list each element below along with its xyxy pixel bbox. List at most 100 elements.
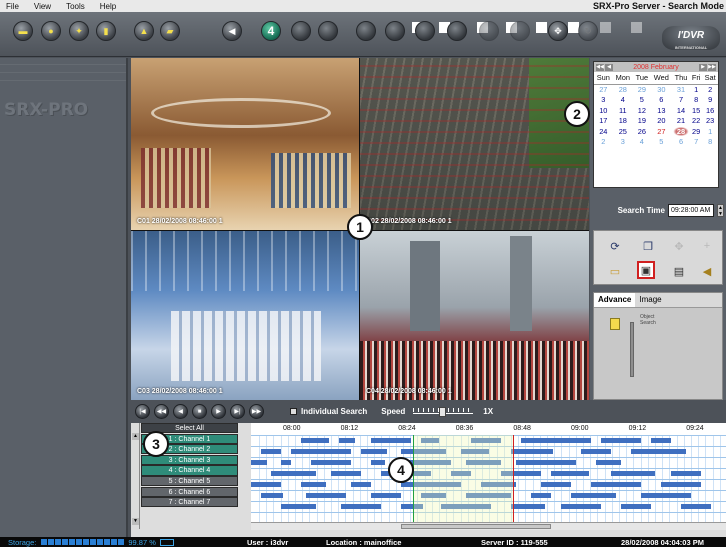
timeline-scrollbar[interactable] <box>251 522 726 530</box>
menu-tools[interactable]: Tools <box>60 2 94 11</box>
split-25-icon[interactable] <box>479 21 611 41</box>
calendar-day[interactable]: 1 <box>702 126 718 137</box>
split-10-icon[interactable] <box>356 21 488 41</box>
calendar-day[interactable]: 28 <box>672 126 691 137</box>
calendar-day[interactable]: 9 <box>702 95 718 106</box>
calendar-day[interactable]: 13 <box>651 105 672 116</box>
recording-segment[interactable] <box>261 449 281 454</box>
time-spinner[interactable]: ▲ ▼ <box>717 203 724 217</box>
object-search-slider[interactable] <box>630 322 634 377</box>
prev-year-icon[interactable]: ◀◀ <box>596 63 604 71</box>
recording-segment[interactable] <box>301 482 326 487</box>
menu-help[interactable]: Help <box>94 2 125 11</box>
calendar-day[interactable]: 2 <box>702 84 718 95</box>
calendar-day[interactable]: 5 <box>633 95 651 106</box>
next-month-icon[interactable]: ▶ <box>699 63 707 71</box>
recording-segment[interactable] <box>306 493 346 498</box>
recording-segment[interactable] <box>661 482 701 487</box>
recording-segment[interactable] <box>631 449 686 454</box>
search-time-input[interactable]: 09:28:00 AM <box>668 203 714 217</box>
calendar-day[interactable]: 25 <box>613 126 633 137</box>
recording-segment[interactable] <box>271 471 316 476</box>
tab-image[interactable]: Image <box>635 293 665 307</box>
calendar-day[interactable]: 12 <box>633 105 651 116</box>
channel-row[interactable]: 7 : Channel 7 <box>141 497 238 508</box>
play-icon[interactable]: ▶ <box>211 404 226 419</box>
folder-icon[interactable]: ▰ <box>160 21 180 41</box>
calendar-day[interactable]: 3 <box>594 95 613 106</box>
menu-view[interactable]: View <box>28 2 60 11</box>
book-icon[interactable]: ▤ <box>670 262 688 280</box>
zoom-icon[interactable]: ✥ <box>670 237 688 255</box>
recording-segment[interactable] <box>281 460 291 465</box>
calendar-day[interactable]: 15 <box>690 105 702 116</box>
skip-end-icon[interactable]: ▶▶ <box>249 404 264 419</box>
scroll-down-icon[interactable]: ▼ <box>132 518 139 525</box>
calendar-day[interactable]: 10 <box>594 105 613 116</box>
calendar-day[interactable]: 31 <box>672 84 690 95</box>
save-icon[interactable]: ▣ <box>637 261 655 279</box>
recording-segment[interactable] <box>516 460 576 465</box>
recording-segment[interactable] <box>571 493 616 498</box>
calendar-day[interactable]: 20 <box>651 116 672 127</box>
calendar-day[interactable]: 21 <box>672 116 690 127</box>
recording-segment[interactable] <box>596 460 621 465</box>
calendar-day[interactable]: 4 <box>633 137 651 148</box>
timeline-scroll-thumb[interactable] <box>401 524 551 529</box>
skip-start-icon[interactable]: |◀ <box>135 404 150 419</box>
recording-segment[interactable] <box>621 504 651 509</box>
tab-advance[interactable]: Advance <box>594 293 636 307</box>
pan-tilt-icon[interactable]: ✥ <box>548 21 568 41</box>
channel-row[interactable]: 4 : Channel 4 <box>141 465 238 476</box>
recording-segment[interactable] <box>301 438 329 443</box>
plus-icon[interactable]: + <box>698 237 716 255</box>
recording-segment[interactable] <box>511 449 553 454</box>
speaker-icon[interactable]: ◀ <box>222 21 242 41</box>
recording-segment[interactable] <box>681 504 711 509</box>
warning-icon[interactable]: ▲ <box>134 21 154 41</box>
lock-icon[interactable]: ▮ <box>96 21 116 41</box>
camera-view-4[interactable]: C04 28/02/2008 08:46:00 1 <box>360 231 589 400</box>
calendar-day[interactable]: 6 <box>651 95 672 106</box>
calendar-day[interactable]: 16 <box>702 105 718 116</box>
split-6-icon[interactable] <box>291 21 423 41</box>
channel-row[interactable]: 5 : Channel 5 <box>141 476 238 487</box>
recording-segment[interactable] <box>351 482 371 487</box>
recording-segment[interactable] <box>261 493 283 498</box>
calendar-day[interactable]: 22 <box>690 116 702 127</box>
calendar-day[interactable]: 5 <box>651 137 672 148</box>
calendar-day[interactable]: 24 <box>594 126 613 137</box>
channel-scrollbar[interactable]: ▲ ▼ <box>131 423 140 529</box>
print-icon[interactable]: ▭ <box>606 262 624 280</box>
calendar-day[interactable]: 29 <box>690 126 702 137</box>
search-icon[interactable]: ● <box>41 21 61 41</box>
recording-segment[interactable] <box>331 471 361 476</box>
recording-segment[interactable] <box>371 438 411 443</box>
individual-search-checkbox[interactable] <box>290 408 297 415</box>
camera-view-1[interactable]: C01 28/02/2008 08:46:00 1 <box>131 58 359 230</box>
recording-segment[interactable] <box>281 504 316 509</box>
recording-segment[interactable] <box>551 471 589 476</box>
fast-forward-icon[interactable]: ▶| <box>230 404 245 419</box>
recording-segment[interactable] <box>251 482 281 487</box>
recording-segment[interactable] <box>581 449 611 454</box>
calendar-day[interactable]: 14 <box>672 105 690 116</box>
recording-segment[interactable] <box>339 438 355 443</box>
calendar-day[interactable]: 6 <box>672 137 690 148</box>
split-4-button[interactable]: 4 <box>261 21 281 41</box>
calendar-day[interactable]: 1 <box>690 84 702 95</box>
audio-icon[interactable]: ◀ <box>698 262 716 280</box>
calendar-day[interactable]: 28 <box>613 84 633 95</box>
calendar-day[interactable]: 7 <box>690 137 702 148</box>
menu-file[interactable]: File <box>0 2 28 11</box>
sync-icon[interactable]: ⟳ <box>606 237 624 255</box>
recording-segment[interactable] <box>251 460 267 465</box>
calendar-day[interactable]: 2 <box>594 137 613 148</box>
calendar-day[interactable]: 19 <box>633 116 651 127</box>
recording-segment[interactable] <box>341 504 381 509</box>
calendar-day[interactable]: 27 <box>651 126 672 137</box>
recording-segment[interactable] <box>291 449 351 454</box>
calendar-day[interactable]: 7 <box>672 95 690 106</box>
copy-icon[interactable]: ❐ <box>639 237 657 255</box>
camera-view-2[interactable]: C02 28/02/2008 08:46:00 1 <box>360 58 589 230</box>
